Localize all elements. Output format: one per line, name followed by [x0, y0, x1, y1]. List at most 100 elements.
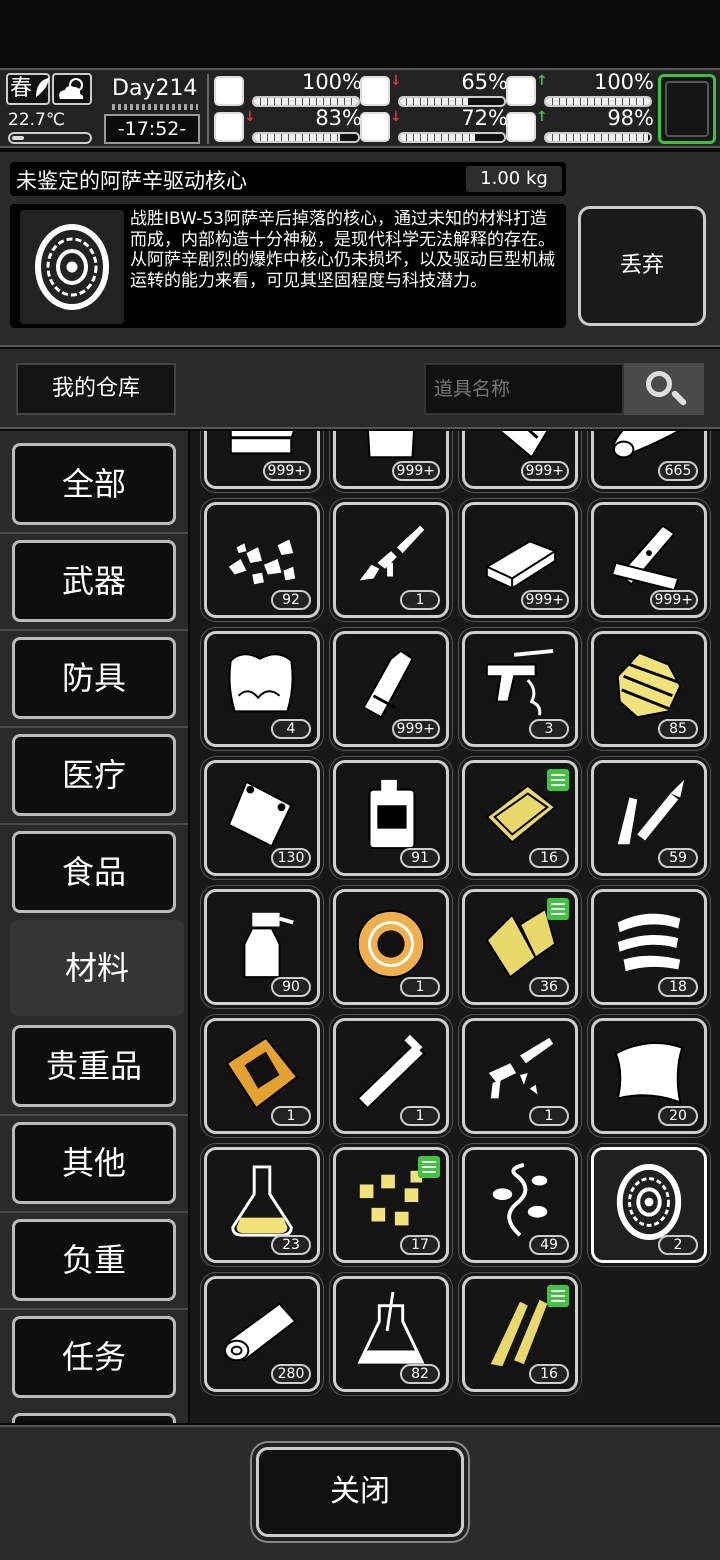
inventory-item[interactable]: 16 — [462, 1276, 578, 1392]
item-count: 1 — [271, 1106, 311, 1126]
stat-stamina: ↓ 83% — [214, 106, 362, 146]
inventory-item[interactable]: 999+ — [333, 631, 449, 747]
item-count: 91 — [400, 848, 440, 868]
item-count: 85 — [658, 719, 698, 739]
quality-badge-icon — [547, 769, 569, 791]
inventory-item[interactable]: 280 — [204, 1276, 320, 1392]
spray-bottle-icon — [243, 912, 294, 979]
inventory-item[interactable]: 23 — [204, 1147, 320, 1263]
quality-badge-icon — [547, 898, 569, 920]
stat-value: 100% — [593, 70, 654, 94]
my-warehouse-button[interactable]: 我的仓库 — [16, 363, 176, 415]
item-count: 999+ — [391, 461, 440, 481]
paper-sheet-icon — [614, 1042, 684, 1104]
category-tab[interactable]: 医疗 — [12, 734, 176, 816]
warehouse-header: 我的仓库 — [0, 349, 720, 429]
drive-core-icon — [35, 224, 109, 310]
inventory-item[interactable]: 999+ — [462, 431, 578, 489]
category-sidebar: 全部武器防具医疗食品 材料贵重品其他负重任务 — [0, 431, 188, 1423]
category-tab[interactable]: 负重 — [12, 1219, 176, 1301]
bottle-icon — [362, 649, 414, 719]
equipment-slot[interactable] — [658, 74, 716, 144]
inventory-item[interactable]: 999+ — [591, 502, 707, 618]
category-divider — [0, 823, 188, 825]
item-count: 280 — [271, 1364, 311, 1384]
category-tab[interactable]: 武器 — [12, 540, 176, 622]
inventory-item[interactable]: 59 — [591, 760, 707, 876]
inventory-item[interactable]: 1 — [462, 1018, 578, 1134]
item-count: 82 — [400, 1364, 440, 1384]
inventory-item[interactable]: 999+ — [333, 431, 449, 489]
item-count: 92 — [271, 590, 311, 610]
stat-value: 83% — [315, 106, 362, 130]
season-label: 春 — [10, 76, 33, 101]
inventory-item[interactable]: 85 — [591, 631, 707, 747]
arrow-down-icon: ↓ — [390, 109, 402, 125]
inventory-item[interactable]: 1 — [333, 502, 449, 618]
inventory-item[interactable]: 130 — [204, 760, 320, 876]
category-divider — [0, 629, 188, 631]
status-bar: 春 22.7℃ Day214 -17:52- 100% ↓ 65% ↑ 100% ↓ 83%… — [0, 68, 720, 148]
inventory-item[interactable]: 82 — [333, 1276, 449, 1392]
wood-planks-icon — [610, 524, 680, 592]
inventory-item[interactable]: 4 — [204, 631, 320, 747]
discard-button[interactable]: 丢弃 — [578, 206, 706, 326]
category-tab[interactable]: 防具 — [12, 637, 176, 719]
search-button[interactable] — [624, 363, 704, 415]
weather-indicator — [52, 73, 92, 105]
cotton-icon — [228, 653, 294, 713]
inventory-item[interactable]: 1 — [333, 889, 449, 1005]
inventory-item[interactable]: 17 — [333, 1147, 449, 1263]
pipe-icon — [356, 1034, 426, 1110]
category-divider — [0, 1211, 188, 1213]
inventory-item[interactable]: 665 — [591, 431, 707, 489]
inventory-item[interactable]: 999+ — [462, 502, 578, 618]
inventory-item[interactable]: 91 — [333, 760, 449, 876]
item-count: 999+ — [520, 590, 569, 610]
item-thumbnail — [20, 210, 124, 324]
metal-strips-icon — [617, 913, 681, 972]
inventory-item[interactable]: 3 — [462, 631, 578, 747]
search-input[interactable] — [424, 363, 624, 415]
category-tab[interactable]: 任务 — [12, 1316, 176, 1398]
inventory-item[interactable]: 2 — [591, 1147, 707, 1263]
flask-icon — [231, 1165, 293, 1237]
item-count: 59 — [658, 848, 698, 868]
inventory-item[interactable]: 36 — [462, 889, 578, 1005]
stat-bar — [544, 132, 652, 143]
inventory-item[interactable]: 20 — [591, 1018, 707, 1134]
category-tab[interactable]: 贵重品 — [12, 1025, 176, 1107]
stat-sanity: ↑ 100% — [506, 70, 654, 110]
water-drop-icon — [360, 112, 390, 142]
stat-bar — [398, 132, 506, 143]
inventory-item[interactable]: 16 — [462, 760, 578, 876]
category-tab[interactable]: 全部 — [12, 443, 176, 525]
category-divider — [0, 532, 188, 534]
category-divider — [0, 1114, 188, 1116]
category-tab[interactable]: 其他 — [12, 1122, 176, 1204]
item-count: 49 — [529, 1235, 569, 1255]
quality-badge-icon — [547, 1285, 569, 1307]
spring-core-icon — [616, 651, 682, 719]
medkit-icon — [214, 76, 244, 106]
item-count: 4 — [271, 719, 311, 739]
inventory-item[interactable]: 92 — [204, 502, 320, 618]
item-count: 18 — [658, 977, 698, 997]
stat-health: 100% — [214, 70, 362, 110]
item-count: 999+ — [520, 461, 569, 481]
category-tab[interactable]: 材料 — [10, 920, 184, 1016]
inventory-item[interactable]: 1 — [204, 1018, 320, 1134]
inventory-item[interactable]: 90 — [204, 889, 320, 1005]
inventory-item[interactable]: 18 — [591, 889, 707, 1005]
inventory-item[interactable]: 999+ — [204, 431, 320, 489]
item-count: 665 — [658, 461, 698, 481]
category-tab-partial[interactable] — [12, 1413, 176, 1423]
inventory-item[interactable]: 1 — [333, 1018, 449, 1134]
close-button[interactable]: 关闭 — [256, 1447, 464, 1537]
stat-value: 98% — [607, 106, 654, 130]
arrow-down-icon: ↓ — [244, 109, 256, 125]
stat-value: 72% — [461, 106, 508, 130]
category-tab[interactable]: 食品 — [12, 831, 176, 913]
arrow-up-icon: ↑ — [536, 73, 548, 89]
inventory-item[interactable]: 49 — [462, 1147, 578, 1263]
